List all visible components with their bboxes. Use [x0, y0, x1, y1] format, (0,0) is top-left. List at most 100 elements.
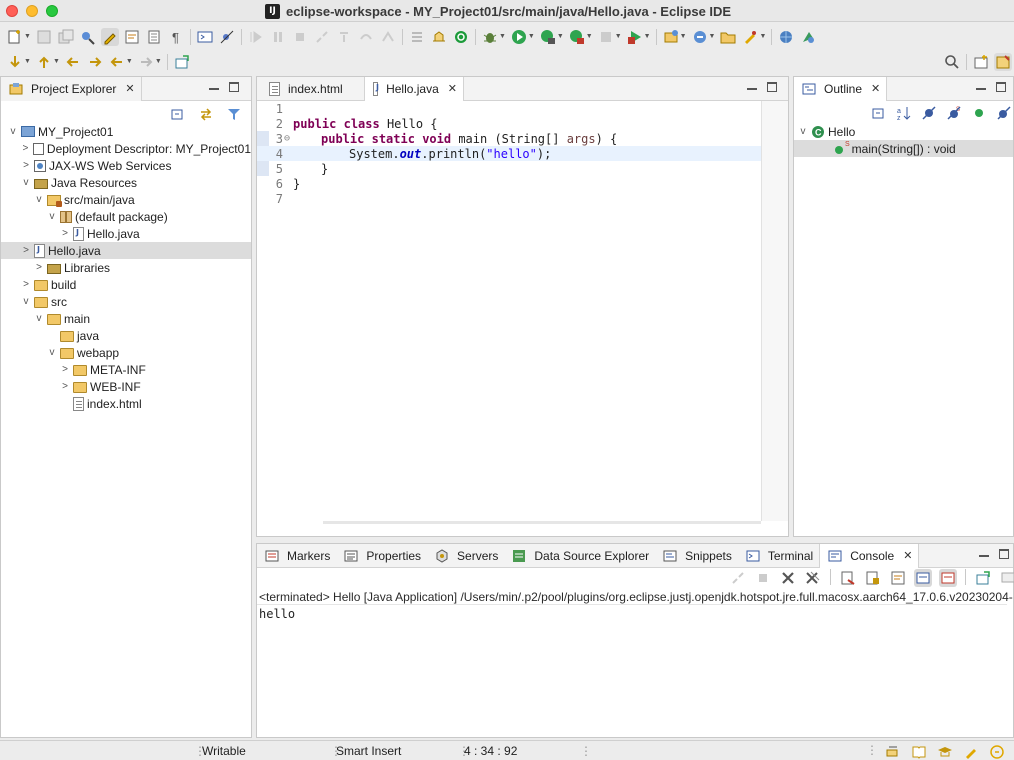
sort-icon[interactable]: az: [895, 104, 913, 122]
back-arrow-icon[interactable]: [108, 53, 126, 71]
chevron-down-icon[interactable]: ▼: [680, 33, 687, 40]
maximize-view-icon[interactable]: [229, 82, 239, 92]
chevron-down-icon[interactable]: ▼: [53, 58, 60, 65]
chevron-down-icon[interactable]: v: [33, 313, 45, 324]
step-over-icon[interactable]: [357, 28, 375, 46]
tree-item[interactable]: v src: [1, 293, 251, 310]
launch-icon[interactable]: [741, 28, 759, 46]
external-tools-icon[interactable]: [626, 28, 644, 46]
clear-console-icon[interactable]: [839, 569, 857, 587]
outline-class-row[interactable]: v C Hello: [794, 123, 1013, 140]
tree-item[interactable]: > Hello.java: [1, 242, 251, 259]
tree-item[interactable]: > Libraries: [1, 259, 251, 276]
chevron-down-icon[interactable]: ▼: [644, 33, 651, 40]
tree-item[interactable]: > Hello.java: [1, 225, 251, 242]
collapse-all-icon[interactable]: [870, 104, 888, 122]
minimize-view-icon[interactable]: [747, 80, 757, 90]
tab-data-source-explorer[interactable]: Data Source Explorer: [504, 544, 655, 568]
show-on-error-icon[interactable]: [939, 569, 957, 587]
next-annotation-icon[interactable]: [6, 53, 24, 71]
coverage-run-icon[interactable]: [539, 28, 557, 46]
web-browser-icon[interactable]: [799, 28, 817, 46]
forward-arrow-icon[interactable]: [137, 53, 155, 71]
terminal-icon[interactable]: [196, 28, 214, 46]
chevron-right-icon[interactable]: >: [59, 381, 71, 392]
tab-terminal[interactable]: Terminal: [738, 544, 819, 568]
chevron-right-icon[interactable]: >: [20, 279, 32, 290]
previous-annotation-icon[interactable]: [35, 53, 53, 71]
server-status-icon[interactable]: [884, 743, 902, 760]
minimize-view-icon[interactable]: [979, 547, 989, 557]
close-icon[interactable]: ✕: [903, 549, 912, 562]
chevron-down-icon[interactable]: ▼: [557, 33, 564, 40]
chevron-down-icon[interactable]: v: [33, 194, 45, 205]
profile-icon[interactable]: [568, 28, 586, 46]
new-server-icon[interactable]: [662, 28, 680, 46]
new-icon[interactable]: [6, 28, 24, 46]
fold-icon[interactable]: ⊖: [284, 133, 290, 144]
overview-ruler[interactable]: [761, 101, 788, 521]
terminate-icon[interactable]: [291, 28, 309, 46]
tab-markers[interactable]: Markers: [257, 544, 336, 568]
chevron-down-icon[interactable]: ▼: [155, 58, 162, 65]
last-edit-location-icon[interactable]: [64, 53, 82, 71]
open-perspective-icon[interactable]: [972, 53, 990, 71]
close-icon[interactable]: ✕: [125, 82, 134, 95]
close-window-button[interactable]: [6, 5, 18, 17]
tree-item[interactable]: v main: [1, 310, 251, 327]
chevron-right-icon[interactable]: >: [33, 262, 45, 273]
resume-icon[interactable]: [247, 28, 265, 46]
close-icon[interactable]: ✕: [871, 82, 880, 95]
toggle-mark-occurrences-icon[interactable]: [100, 27, 119, 46]
disconnect-icon[interactable]: [313, 28, 331, 46]
chevron-down-icon[interactable]: ▼: [499, 33, 506, 40]
chevron-down-icon[interactable]: ▼: [709, 33, 716, 40]
tree-item[interactable]: v src/main/java: [1, 191, 251, 208]
tree-item[interactable]: v MY_Project01: [1, 123, 251, 140]
collapse-all-icon[interactable]: [169, 105, 187, 123]
display-console-icon[interactable]: [999, 569, 1014, 587]
chevron-down-icon[interactable]: ▼: [586, 33, 593, 40]
chevron-right-icon[interactable]: >: [20, 160, 32, 171]
debug-icon[interactable]: [481, 28, 499, 46]
tab-index-html[interactable]: index.html: [257, 77, 364, 101]
tutorial-icon[interactable]: [936, 743, 954, 760]
public-members-icon[interactable]: [970, 104, 988, 122]
insert-mode-status[interactable]: Smart Insert: [336, 744, 401, 758]
chevron-down-icon[interactable]: ▼: [24, 33, 31, 40]
chevron-right-icon[interactable]: >: [20, 143, 31, 154]
help-icon[interactable]: [988, 743, 1006, 760]
chevron-down-icon[interactable]: ▼: [759, 33, 766, 40]
close-icon[interactable]: ✕: [448, 82, 457, 95]
search-icon[interactable]: [943, 53, 961, 71]
tree-item[interactable]: > build: [1, 276, 251, 293]
tab-outline[interactable]: Outline ✕: [794, 76, 888, 101]
save-all-icon[interactable]: [57, 28, 75, 46]
chevron-right-icon[interactable]: >: [59, 228, 71, 239]
scroll-lock-icon[interactable]: [864, 569, 882, 587]
chevron-down-icon[interactable]: v: [7, 126, 19, 137]
java-ee-perspective-icon[interactable]: [994, 52, 1012, 71]
suspend-icon[interactable]: [269, 28, 287, 46]
globe-icon[interactable]: [777, 28, 795, 46]
tab-snippets[interactable]: Snippets: [655, 544, 738, 568]
console-output-area[interactable]: hello: [257, 604, 1007, 724]
remove-terminated-icon[interactable]: [779, 569, 797, 587]
chevron-down-icon[interactable]: ▼: [615, 33, 622, 40]
new-web-service-icon[interactable]: [691, 28, 709, 46]
tree-item[interactable]: index.html: [1, 395, 251, 412]
run-icon[interactable]: [510, 28, 528, 46]
terminate-icon[interactable]: [754, 569, 772, 587]
remove-all-terminated-icon[interactable]: [804, 569, 822, 587]
tree-item[interactable]: > WEB-INF: [1, 378, 251, 395]
chevron-right-icon[interactable]: >: [59, 364, 71, 375]
word-wrap-icon[interactable]: [123, 28, 141, 46]
code-editor[interactable]: 1 2 public class Hello { 3 ⊖ public static …: [257, 101, 761, 521]
hide-fields-icon[interactable]: [920, 104, 938, 122]
server-start-icon[interactable]: [452, 28, 470, 46]
chevron-down-icon[interactable]: ▼: [126, 58, 133, 65]
pin-editor-icon[interactable]: [173, 53, 191, 71]
tab-servers[interactable]: Servers: [427, 544, 504, 568]
save-icon[interactable]: [35, 28, 53, 46]
tree-item[interactable]: > META-INF: [1, 361, 251, 378]
